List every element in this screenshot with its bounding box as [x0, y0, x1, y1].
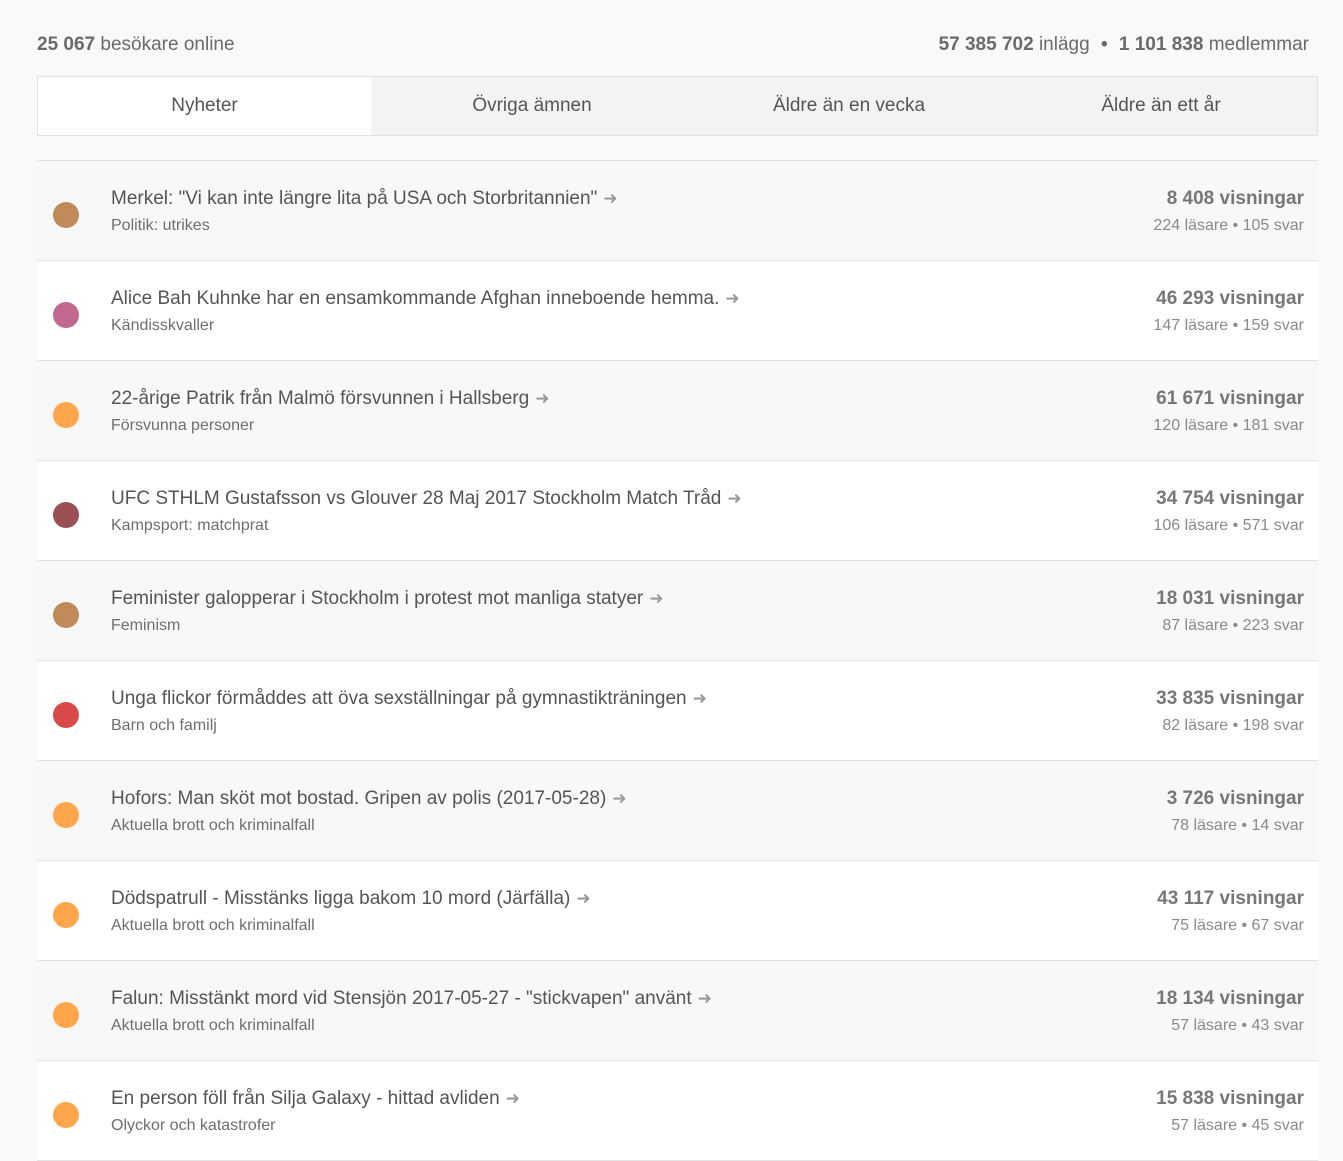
- thread-readers-replies: 75 läsare • 67 svar: [1171, 917, 1304, 934]
- category-color-dot: [53, 602, 79, 628]
- thread-readers-replies: 106 läsare • 571 svar: [1153, 517, 1304, 534]
- thread-category-link[interactable]: Försvunna personer: [111, 417, 254, 435]
- arrow-right-icon[interactable]: ➜: [698, 989, 712, 1009]
- thread-readers-replies: 82 läsare • 198 svar: [1162, 717, 1304, 734]
- thread-view-count: 61 671 visningar: [1156, 388, 1304, 409]
- thread-title-link[interactable]: Feminister galopperar i Stockholm i prot…: [111, 588, 663, 610]
- thread-row: Alice Bah Kuhnke har en ensamkommande Af…: [37, 261, 1318, 361]
- thread-category-link[interactable]: Olyckor och katastrofer: [111, 1117, 276, 1135]
- thread-category-link[interactable]: Kampsport: matchprat: [111, 517, 268, 535]
- category-color-dot: [53, 902, 79, 928]
- thread-row: Falun: Misstänkt mord vid Stensjön 2017-…: [37, 961, 1318, 1061]
- thread-category-link[interactable]: Aktuella brott och kriminalfall: [111, 817, 315, 835]
- thread-readers-replies: 224 läsare • 105 svar: [1153, 217, 1304, 234]
- thread-title-link[interactable]: Alice Bah Kuhnke har en ensamkommande Af…: [111, 288, 740, 310]
- thread-title: Alice Bah Kuhnke har en ensamkommande Af…: [111, 288, 720, 309]
- thread-row: En person föll från Silja Galaxy - hitta…: [37, 1061, 1318, 1161]
- thread-view-count: 3 726 visningar: [1166, 788, 1304, 809]
- category-color-dot: [53, 202, 79, 228]
- thread-readers-replies: 120 läsare • 181 svar: [1153, 417, 1304, 434]
- thread-view-count: 18 134 visningar: [1156, 988, 1304, 1009]
- thread-readers-replies: 57 läsare • 45 svar: [1171, 1117, 1304, 1134]
- forum-overview: 25 067 besökare online 57 385 702 inlägg…: [37, 0, 1318, 1161]
- arrow-right-icon[interactable]: ➜: [725, 289, 739, 309]
- thread-category-link[interactable]: Kändisskvaller: [111, 317, 214, 335]
- online-visitors: 25 067 besökare online: [37, 34, 235, 56]
- thread-readers-replies: 78 läsare • 14 svar: [1171, 817, 1304, 834]
- thread-view-count: 8 408 visningar: [1166, 188, 1304, 209]
- thread-title-link[interactable]: En person föll från Silja Galaxy - hitta…: [111, 1088, 520, 1110]
- thread-view-count: 34 754 visningar: [1156, 488, 1304, 509]
- category-color-dot: [53, 302, 79, 328]
- members-count: 1 101 838: [1118, 34, 1204, 55]
- arrow-right-icon[interactable]: ➜: [727, 489, 741, 509]
- category-color-dot: [53, 702, 79, 728]
- category-color-dot: [53, 802, 79, 828]
- thread-title: 22-årige Patrik från Malmö försvunnen i …: [111, 388, 530, 409]
- thread-title-link[interactable]: Merkel: "Vi kan inte längre lita på USA …: [111, 188, 618, 210]
- thread-row: Hofors: Man sköt mot bostad. Gripen av p…: [37, 761, 1318, 861]
- thread-title: En person föll från Silja Galaxy - hitta…: [111, 1088, 500, 1109]
- thread-row: UFC STHLM Gustafsson vs Glouver 28 Maj 2…: [37, 461, 1318, 561]
- category-color-dot: [53, 502, 79, 528]
- thread-view-count: 18 031 visningar: [1156, 588, 1304, 609]
- thread-list: Merkel: "Vi kan inte längre lita på USA …: [37, 160, 1318, 1161]
- thread-title-link[interactable]: Unga flickor förmåddes att öva sexställn…: [111, 688, 707, 710]
- thread-row: Dödspatrull - Misstänks ligga bakom 10 m…: [37, 861, 1318, 961]
- tab-nyheter[interactable]: Nyheter: [38, 77, 371, 135]
- tab-aldre-an-en-vecka[interactable]: Äldre än en vecka: [693, 77, 1005, 135]
- thread-title: Unga flickor förmåddes att öva sexställn…: [111, 688, 687, 709]
- arrow-right-icon[interactable]: ➜: [506, 1089, 520, 1109]
- arrow-right-icon[interactable]: ➜: [612, 789, 626, 809]
- thread-readers-replies: 57 läsare • 43 svar: [1171, 1017, 1304, 1034]
- thread-view-count: 15 838 visningar: [1156, 1088, 1304, 1109]
- thread-title: Dödspatrull - Misstänks ligga bakom 10 m…: [111, 888, 571, 909]
- thread-title-link[interactable]: Hofors: Man sköt mot bostad. Gripen av p…: [111, 788, 627, 810]
- thread-row: Feminister galopperar i Stockholm i prot…: [37, 561, 1318, 661]
- tab-aldre-an-ett-ar[interactable]: Äldre än ett år: [1005, 77, 1317, 135]
- thread-row: 22-årige Patrik från Malmö försvunnen i …: [37, 361, 1318, 461]
- thread-category-tabs: Nyheter Övriga ämnen Äldre än en vecka Ä…: [37, 76, 1318, 136]
- thread-title: Hofors: Man sköt mot bostad. Gripen av p…: [111, 788, 607, 809]
- thread-title-link[interactable]: UFC STHLM Gustafsson vs Glouver 28 Maj 2…: [111, 488, 742, 510]
- category-color-dot: [53, 402, 79, 428]
- site-stats-bar: 25 067 besökare online 57 385 702 inlägg…: [37, 0, 1318, 76]
- arrow-right-icon[interactable]: ➜: [693, 689, 707, 709]
- category-color-dot: [53, 1002, 79, 1028]
- visitors-label: besökare online: [100, 34, 235, 55]
- thread-view-count: 33 835 visningar: [1156, 688, 1304, 709]
- category-color-dot: [53, 1102, 79, 1128]
- thread-readers-replies: 87 läsare • 223 svar: [1162, 617, 1304, 634]
- thread-title-link[interactable]: Falun: Misstänkt mord vid Stensjön 2017-…: [111, 988, 712, 1010]
- thread-category-link[interactable]: Aktuella brott och kriminalfall: [111, 1017, 315, 1035]
- forum-totals: 57 385 702 inlägg • 1 101 838 medlemmar: [939, 34, 1309, 56]
- thread-title-link[interactable]: 22-årige Patrik från Malmö försvunnen i …: [111, 388, 549, 410]
- thread-readers-replies: 147 läsare • 159 svar: [1153, 317, 1304, 334]
- members-label: medlemmar: [1208, 34, 1309, 55]
- arrow-right-icon[interactable]: ➜: [535, 389, 549, 409]
- tab-ovriga-amnen[interactable]: Övriga ämnen: [371, 77, 693, 135]
- thread-title: UFC STHLM Gustafsson vs Glouver 28 Maj 2…: [111, 488, 722, 509]
- thread-category-link[interactable]: Barn och familj: [111, 717, 217, 735]
- posts-count: 57 385 702: [938, 34, 1034, 55]
- thread-category-link[interactable]: Politik: utrikes: [111, 217, 210, 235]
- thread-title: Merkel: "Vi kan inte längre lita på USA …: [111, 188, 598, 209]
- thread-row: Merkel: "Vi kan inte längre lita på USA …: [37, 161, 1318, 261]
- thread-view-count: 46 293 visningar: [1156, 288, 1304, 309]
- thread-title: Falun: Misstänkt mord vid Stensjön 2017-…: [111, 988, 692, 1009]
- stats-separator: •: [1100, 34, 1108, 55]
- thread-view-count: 43 117 visningar: [1157, 888, 1304, 909]
- thread-title: Feminister galopperar i Stockholm i prot…: [111, 588, 644, 609]
- thread-category-link[interactable]: Feminism: [111, 617, 180, 635]
- thread-row: Unga flickor förmåddes att öva sexställn…: [37, 661, 1318, 761]
- arrow-right-icon[interactable]: ➜: [649, 589, 663, 609]
- thread-category-link[interactable]: Aktuella brott och kriminalfall: [111, 917, 315, 935]
- arrow-right-icon[interactable]: ➜: [603, 189, 617, 209]
- posts-label: inlägg: [1038, 34, 1090, 55]
- visitors-count: 25 067: [37, 34, 96, 55]
- thread-title-link[interactable]: Dödspatrull - Misstänks ligga bakom 10 m…: [111, 888, 591, 910]
- arrow-right-icon[interactable]: ➜: [576, 889, 590, 909]
